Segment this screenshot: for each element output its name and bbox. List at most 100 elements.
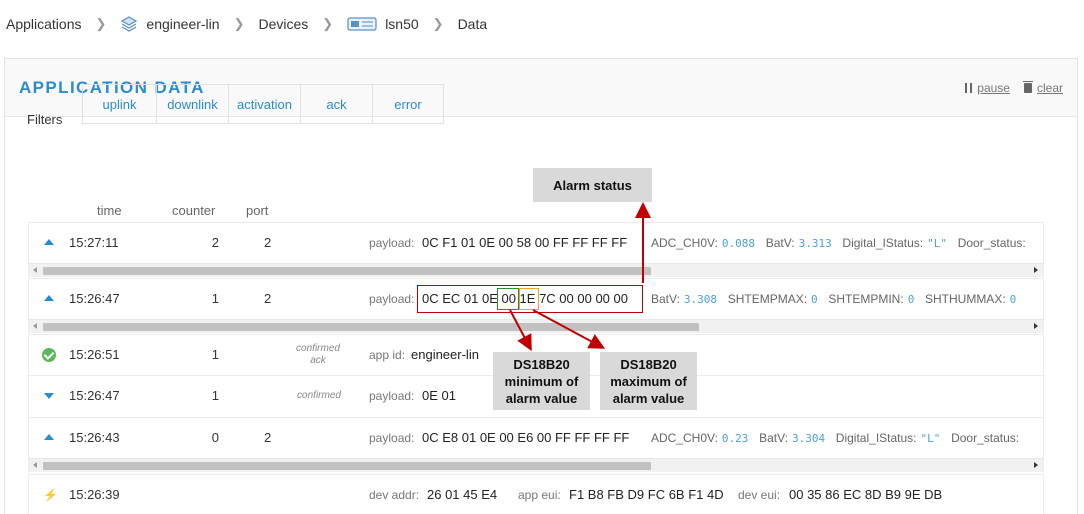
horizontal-scrollbar[interactable] <box>29 319 1043 333</box>
field-label: BatV: <box>651 292 680 306</box>
breadcrumb-applications[interactable]: Applications <box>6 16 82 32</box>
payload-label: payload: <box>369 236 415 250</box>
annotation-line: alarm value <box>612 390 685 406</box>
row-port: 2 <box>264 235 272 250</box>
field-label: Digital_IStatus: <box>835 431 917 445</box>
filter-error[interactable]: error <box>373 85 443 123</box>
row-time: 15:26:47 <box>69 291 120 306</box>
scroll-left-icon[interactable] <box>33 323 37 329</box>
app-eui-value: F1 B8 FB D9 FC 6B F1 4D <box>569 487 724 502</box>
confirmed-label: confirmed <box>297 390 341 401</box>
app-id-label: app id: <box>369 348 406 362</box>
filter-uplink[interactable]: uplink <box>83 85 157 123</box>
clear-button[interactable]: clear <box>1022 80 1063 95</box>
breadcrumb-app[interactable]: engineer-lin <box>120 15 220 33</box>
annotation-line: DS18B20 <box>513 356 570 372</box>
confirmed-text: confirmed <box>296 343 340 354</box>
device-icon <box>347 17 377 31</box>
panel-actions: pause clear <box>965 80 1063 95</box>
filter-bar: uplink downlink activation ack error <box>82 84 444 124</box>
decoded-fields: BatV: 3.308 SHTEMPMAX: 0 SHTEMPMIN: 0 SHTHU… <box>651 279 1045 319</box>
scroll-thumb[interactable] <box>43 462 651 470</box>
filter-ack[interactable]: ack <box>301 85 373 123</box>
min-alarm-annotation: DS18B20 minimum of alarm value <box>493 352 590 410</box>
scroll-left-icon[interactable] <box>33 267 37 273</box>
field-value: 3.304 <box>792 432 826 445</box>
row-time: 15:27:11 <box>69 235 119 250</box>
field-value: "L" <box>920 432 941 445</box>
payload-label: payload: <box>369 389 415 403</box>
app-eui-label: app eui: <box>518 488 561 502</box>
scroll-right-icon[interactable] <box>1034 323 1038 329</box>
payload-label: payload: <box>369 292 415 306</box>
row-port: 2 <box>264 291 272 306</box>
horizontal-scrollbar[interactable] <box>29 263 1043 277</box>
chevron-right-icon: ❯ <box>95 16 107 31</box>
row-counter: 0 <box>211 430 219 445</box>
app-id-value: engineer-lin <box>411 347 479 362</box>
check-circle-icon <box>42 348 56 362</box>
table-row[interactable]: ⚡ 15:26:39 dev addr: 26 01 45 E4 app eui… <box>28 474 1044 514</box>
field-label: SHTHUMMAX: <box>924 292 1006 306</box>
dev-eui-value: 00 35 86 EC 8D B9 9E DB <box>789 487 943 502</box>
scroll-right-icon[interactable] <box>1034 462 1038 468</box>
pause-icon <box>965 82 973 93</box>
field-value: 0.088 <box>721 237 756 250</box>
downlink-arrow-icon <box>44 393 54 399</box>
field-label: Door_status: <box>951 431 1020 445</box>
field-label: Digital_IStatus: <box>842 236 924 250</box>
field-label: SHTEMPMAX: <box>727 292 808 306</box>
max-byte-highlight <box>519 288 539 310</box>
row-counter: 1 <box>211 388 219 403</box>
chevron-right-icon: ❯ <box>322 16 334 31</box>
row-time: 15:26:51 <box>69 347 120 362</box>
payload-label: payload: <box>369 431 415 445</box>
filters-label: Filters <box>27 112 63 127</box>
breadcrumb-app-label: engineer-lin <box>146 16 220 32</box>
field-label: ADC_CH0V: <box>651 431 718 445</box>
uplink-arrow-icon <box>44 239 54 245</box>
annotation-line: alarm value <box>505 390 578 406</box>
column-port: port <box>246 203 269 218</box>
field-label: BatV: <box>759 431 788 445</box>
scroll-left-icon[interactable] <box>33 462 37 468</box>
scroll-thumb[interactable] <box>43 323 699 331</box>
clear-label: clear <box>1036 80 1063 95</box>
field-value: 0 <box>1009 293 1017 306</box>
filter-activation[interactable]: activation <box>229 85 301 123</box>
filter-downlink[interactable]: downlink <box>157 85 229 123</box>
field-value: 0.23 <box>721 432 749 445</box>
scroll-thumb[interactable] <box>43 267 651 275</box>
row-time: 15:26:47 <box>69 388 120 403</box>
scroll-right-icon[interactable] <box>1034 267 1038 273</box>
pause-button[interactable]: pause <box>965 81 1010 95</box>
field-label: BatV: <box>765 236 795 250</box>
row-time: 15:26:43 <box>69 430 120 445</box>
chevron-right-icon: ❯ <box>233 16 245 31</box>
field-value: "L" <box>927 237 948 250</box>
breadcrumb-device[interactable]: lsn50 <box>347 15 419 33</box>
field-label: Door_status: <box>957 236 1026 250</box>
field-value: 3.308 <box>683 293 718 306</box>
annotation-line: maximum of <box>610 373 687 389</box>
breadcrumb-devices[interactable]: Devices <box>258 16 308 32</box>
table-row[interactable]: 15:26:43 0 2 payload: 0C E8 01 0E 00 E6 … <box>28 417 1044 472</box>
row-time: 15:26:39 <box>69 487 120 502</box>
uplink-arrow-icon <box>44 434 54 440</box>
row-counter: 1 <box>211 291 219 306</box>
table-row[interactable]: 15:27:11 2 2 payload: 0C F1 01 0E 00 58 … <box>28 222 1044 277</box>
annotation-line: minimum of <box>504 373 579 389</box>
trash-icon <box>1022 80 1033 93</box>
column-time: time <box>97 203 122 218</box>
layers-icon <box>121 16 138 32</box>
alarm-status-annotation: Alarm status <box>533 168 652 202</box>
column-counter: counter <box>172 203 216 218</box>
min-byte-highlight <box>497 288 519 310</box>
field-value: 3.313 <box>798 237 832 250</box>
horizontal-scrollbar[interactable] <box>29 458 1043 472</box>
dev-addr-value: 26 01 45 E4 <box>427 487 498 502</box>
payload-value: 0C E8 01 0E 00 E6 00 FF FF FF FF <box>422 430 630 445</box>
ack-text: ack <box>310 355 326 366</box>
lightning-icon: ⚡ <box>43 488 58 502</box>
decoded-fields: ADC_CH0V: 0.088 BatV: 3.313 Digital_IStatu… <box>651 223 1045 263</box>
